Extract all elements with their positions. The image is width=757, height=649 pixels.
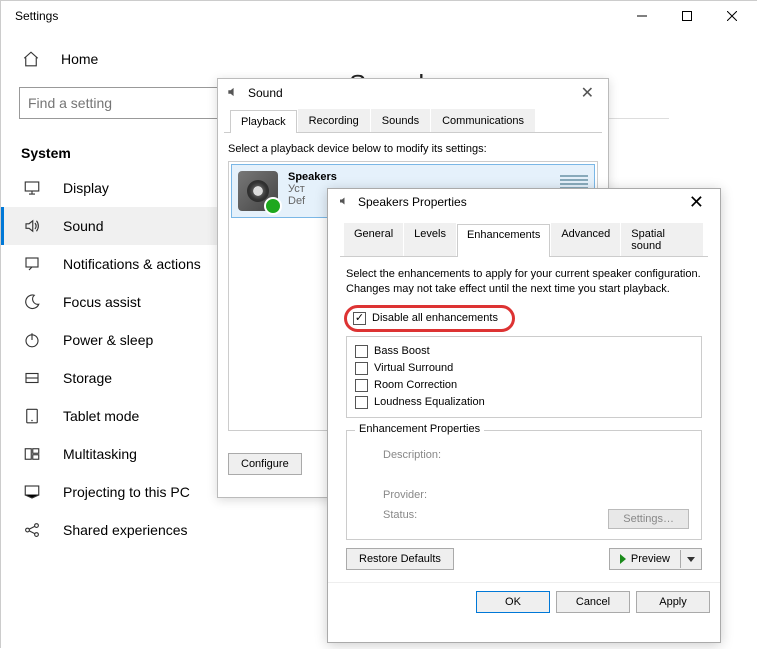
- device-name: Speakers: [288, 171, 337, 183]
- tab-general[interactable]: General: [344, 223, 403, 256]
- enh-room-correction[interactable]: Room Correction: [355, 377, 693, 394]
- configure-button[interactable]: Configure: [228, 453, 302, 475]
- nav-label: Sound: [63, 218, 103, 234]
- home-link[interactable]: Home: [1, 41, 336, 77]
- enh-bass-boost[interactable]: Bass Boost: [355, 343, 693, 360]
- speakers-properties-dialog: Speakers Properties ✕ General Levels Enh…: [327, 188, 721, 643]
- device-speaker-icon: [238, 171, 278, 211]
- sound-dialog-title: Sound: [248, 86, 283, 100]
- disable-all-highlight: Disable all enhancements: [344, 305, 515, 332]
- prop-description: Description:: [383, 449, 689, 461]
- nav-label: Shared experiences: [63, 522, 188, 538]
- storage-icon: [23, 369, 41, 387]
- disable-all-label: Disable all enhancements: [372, 312, 498, 324]
- tab-playback[interactable]: Playback: [230, 110, 297, 133]
- restore-defaults-button[interactable]: Restore Defaults: [346, 548, 454, 570]
- checkbox[interactable]: [355, 396, 368, 409]
- home-icon: [21, 49, 41, 69]
- close-icon[interactable]: ✕: [575, 83, 600, 103]
- nav-label: Power & sleep: [63, 332, 153, 348]
- props-action-row: Restore Defaults Preview: [340, 540, 708, 576]
- group-legend: Enhancement Properties: [355, 423, 484, 435]
- notifications-icon: [23, 255, 41, 273]
- enhancements-list[interactable]: Bass Boost Virtual Surround Room Correct…: [346, 336, 702, 418]
- tab-spatial[interactable]: Spatial sound: [621, 223, 703, 256]
- enhancement-settings-button[interactable]: Settings…: [608, 509, 689, 529]
- checkbox[interactable]: [355, 362, 368, 375]
- apply-button[interactable]: Apply: [636, 591, 710, 613]
- instruct-text: Select a playback device below to modify…: [228, 143, 598, 155]
- sound-dialog-titlebar[interactable]: Sound ✕: [218, 79, 608, 107]
- play-icon: [620, 554, 626, 564]
- tab-sounds[interactable]: Sounds: [371, 109, 430, 132]
- enh-virtual-surround[interactable]: Virtual Surround: [355, 360, 693, 377]
- prop-status: Status: Settings…: [383, 509, 689, 529]
- minimize-button[interactable]: [619, 1, 664, 31]
- props-titlebar[interactable]: Speakers Properties ✕: [328, 189, 720, 215]
- nav-label: Notifications & actions: [63, 256, 201, 272]
- power-icon: [23, 331, 41, 349]
- props-ok-row: OK Cancel Apply: [328, 582, 720, 621]
- close-button[interactable]: [709, 1, 754, 31]
- nav-label: Multitasking: [63, 446, 137, 462]
- nav-label: Projecting to this PC: [63, 484, 190, 500]
- nav-label: Display: [63, 180, 109, 196]
- nav-label: Tablet mode: [63, 408, 139, 424]
- tab-communications[interactable]: Communications: [431, 109, 535, 132]
- preview-split-button[interactable]: Preview: [609, 548, 702, 570]
- enhancement-properties-group: Enhancement Properties Description: Prov…: [346, 430, 702, 540]
- home-label: Home: [61, 51, 98, 67]
- tab-advanced[interactable]: Advanced: [551, 223, 620, 256]
- moon-icon: [23, 293, 41, 311]
- checkbox[interactable]: [355, 345, 368, 358]
- multitasking-icon: [23, 445, 41, 463]
- props-title: Speakers Properties: [358, 195, 467, 209]
- maximize-button[interactable]: [664, 1, 709, 31]
- preview-button[interactable]: Preview: [610, 550, 681, 568]
- prop-provider: Provider:: [383, 489, 689, 501]
- ok-button[interactable]: OK: [476, 591, 550, 613]
- settings-button-wrap: Settings…: [608, 509, 689, 529]
- nav-label: Storage: [63, 370, 112, 386]
- close-icon[interactable]: ✕: [683, 192, 710, 213]
- share-icon: [23, 521, 41, 539]
- nav-shared[interactable]: Shared experiences: [1, 511, 336, 549]
- cancel-button[interactable]: Cancel: [556, 591, 630, 613]
- props-body: General Levels Enhancements Advanced Spa…: [328, 215, 720, 582]
- enh-loudness[interactable]: Loudness Equalization: [355, 394, 693, 411]
- window-title: Settings: [15, 9, 619, 23]
- speaker-small-icon: [338, 195, 352, 209]
- speaker-icon: [226, 85, 242, 101]
- projecting-icon: [23, 483, 41, 501]
- tab-enhancements[interactable]: Enhancements: [457, 224, 550, 257]
- enhancements-desc: Select the enhancements to apply for you…: [340, 257, 708, 303]
- tab-recording[interactable]: Recording: [298, 109, 370, 132]
- props-tabs: General Levels Enhancements Advanced Spa…: [340, 221, 708, 257]
- tablet-icon: [23, 407, 41, 425]
- tab-levels[interactable]: Levels: [404, 223, 456, 256]
- display-icon: [23, 179, 41, 197]
- sound-icon: [23, 217, 41, 235]
- nav-label: Focus assist: [63, 294, 141, 310]
- titlebar: Settings: [1, 1, 757, 31]
- disable-all-checkbox[interactable]: [353, 312, 366, 325]
- preview-dropdown[interactable]: [681, 550, 701, 568]
- sound-tabs: Playback Recording Sounds Communications: [224, 107, 602, 133]
- checkbox[interactable]: [355, 379, 368, 392]
